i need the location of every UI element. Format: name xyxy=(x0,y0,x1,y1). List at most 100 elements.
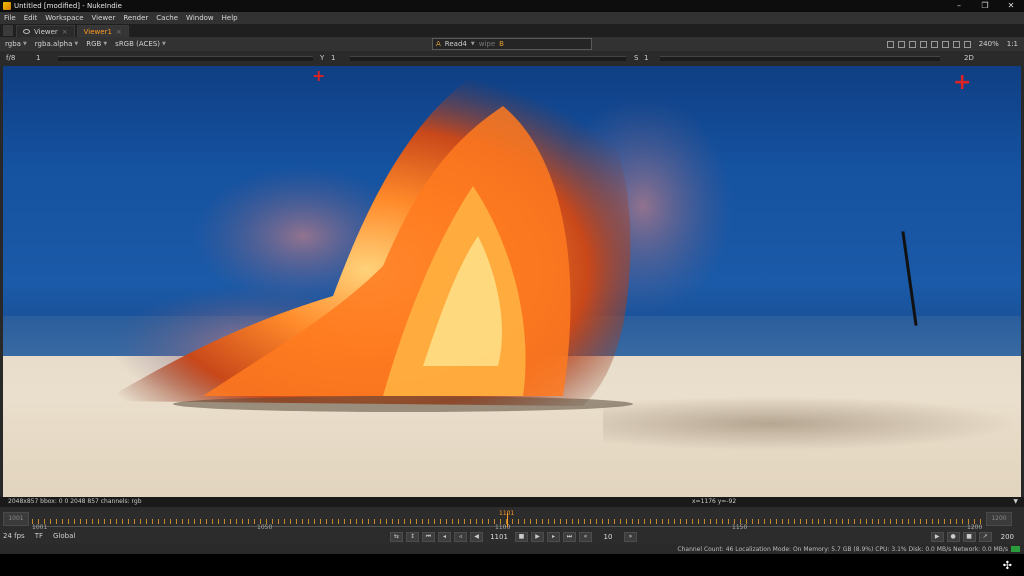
gamma-label: Y xyxy=(320,54,325,62)
overlay-icon[interactable] xyxy=(919,40,927,48)
saturation-slider[interactable] xyxy=(660,56,940,61)
range-dropdown[interactable]: Global xyxy=(53,532,75,540)
zoom-dropdown[interactable]: 240% xyxy=(979,40,999,48)
skip-back-icon[interactable]: « xyxy=(579,532,592,542)
status-text: Channel Count: 46 Localization Mode: On … xyxy=(677,546,1008,553)
menu-viewer[interactable]: Viewer xyxy=(92,14,116,22)
ratio-dropdown[interactable]: 1:1 xyxy=(1007,40,1018,48)
viewer-canvas[interactable]: + + xyxy=(3,66,1021,497)
tab-viewer-close-icon[interactable]: × xyxy=(62,28,68,36)
panel-menu-icon[interactable] xyxy=(3,25,13,36)
info-expand-icon[interactable]: ▼ xyxy=(1013,498,1018,505)
display-channels-dropdown[interactable]: RGB ▼ xyxy=(86,40,107,48)
viewer-info-bar: 2048x857 bbox: 0 0 2048 857 channels: rg… xyxy=(0,497,1024,507)
chevron-down-icon: ▼ xyxy=(103,41,108,47)
first-frame-icon[interactable]: ⏮ xyxy=(422,532,435,542)
nuke-app-icon xyxy=(3,2,11,10)
window-controls: – ❐ ✕ xyxy=(946,0,1024,12)
tab-viewer-label: Viewer xyxy=(34,27,58,36)
view-transform-dropdown[interactable]: sRGB (ACES) ▼ xyxy=(115,40,166,48)
pixel-coords: x=1176 y=-92 xyxy=(692,498,737,505)
play-icon[interactable]: ▶ xyxy=(531,532,544,542)
prev-keyframe-icon[interactable]: ◂ xyxy=(438,532,451,542)
window-title: Untitled [modified] - NukeIndie xyxy=(14,2,122,10)
display-channels-value: RGB xyxy=(86,40,102,48)
app-logo-icon[interactable]: ✣ xyxy=(1003,559,1012,572)
pause-icon[interactable] xyxy=(963,40,971,48)
title-bar: Untitled [modified] - NukeIndie – ❐ ✕ xyxy=(0,0,1024,12)
clipping-icon[interactable] xyxy=(897,40,905,48)
lut-icon[interactable] xyxy=(908,40,916,48)
timeline-ruler[interactable]: 1001 1050 1100 1150 1200 1101 xyxy=(32,510,982,531)
channels-dropdown[interactable]: rgba ▼ xyxy=(5,40,27,48)
roi-icon[interactable] xyxy=(886,40,894,48)
input-b-value[interactable]: B xyxy=(499,40,504,48)
viewer-right-tools: 240% 1:1 xyxy=(886,38,1018,50)
tf-dropdown[interactable]: TF xyxy=(35,532,43,540)
stop-icon[interactable]: ■ xyxy=(515,532,528,542)
input-a-prefix: A xyxy=(436,40,441,48)
menu-render[interactable]: Render xyxy=(123,14,148,22)
refresh-icon[interactable] xyxy=(952,40,960,48)
saturation-value[interactable]: 1 xyxy=(644,54,648,62)
eye-icon xyxy=(23,29,30,34)
skip-increment-field[interactable]: 10 xyxy=(595,533,621,541)
chevron-down-icon: ▼ xyxy=(162,41,166,47)
maximize-button[interactable]: ❐ xyxy=(972,0,998,12)
menu-edit[interactable]: Edit xyxy=(24,14,38,22)
timeline: 1001 1001 1050 1100 1150 1200 1101 1200 xyxy=(0,507,1024,531)
playhead-frame: 1101 xyxy=(499,510,515,517)
tab-viewer1[interactable]: Viewer1 × xyxy=(76,25,129,37)
render-icon[interactable]: ● xyxy=(946,532,960,542)
menu-window[interactable]: Window xyxy=(186,14,214,22)
fps-field[interactable]: 24 fps xyxy=(3,532,25,540)
loop-icon[interactable]: ⇆ xyxy=(390,532,403,542)
lock-icon[interactable]: ■ xyxy=(962,532,976,542)
gain-value[interactable]: 1 xyxy=(36,54,40,62)
proxy-icon[interactable] xyxy=(941,40,949,48)
close-button[interactable]: ✕ xyxy=(998,0,1024,12)
menu-cache[interactable]: Cache xyxy=(156,14,178,22)
chevron-down-icon: ▼ xyxy=(74,41,79,47)
menu-file[interactable]: File xyxy=(4,14,16,22)
tab-viewer[interactable]: Viewer × xyxy=(16,25,75,37)
transport-controls: ⇆ ↕ ⏮ ◂ ◃ ◀ 1101 ■ ▶ ▸ ⏭ « 10 » xyxy=(390,532,637,542)
playback-controls: 24 fps TF Global ⇆ ↕ ⏮ ◂ ◃ ◀ 1101 ■ ▶ ▸ … xyxy=(0,530,1024,544)
alpha-dropdown[interactable]: rgba.alpha ▼ xyxy=(35,40,78,48)
last-frame-icon[interactable]: ⏭ xyxy=(563,532,576,542)
minimize-button[interactable]: – xyxy=(946,0,972,12)
prev-increment-icon[interactable]: ◃ xyxy=(454,532,467,542)
flipbook-icon[interactable]: ▶ xyxy=(930,532,944,542)
chevron-down-icon: ▼ xyxy=(22,41,27,47)
gamma-slider[interactable] xyxy=(350,56,626,61)
sync-icon[interactable]: ↕ xyxy=(406,532,419,542)
next-frame-icon[interactable]: ▸ xyxy=(547,532,560,542)
channels-value: rgba xyxy=(5,40,21,48)
end-frame-field[interactable]: 200 xyxy=(1001,533,1014,541)
input-selector[interactable]: A Read4 ▼ wipe B xyxy=(432,38,592,50)
mask-icon[interactable] xyxy=(930,40,938,48)
view-mode-dropdown[interactable]: 2D xyxy=(964,54,974,62)
export-icon[interactable]: ↗ xyxy=(978,532,992,542)
tracking-marker-icon: + xyxy=(953,70,972,95)
prev-frame-icon[interactable]: ◀ xyxy=(470,532,483,542)
status-bar: Channel Count: 46 Localization Mode: On … xyxy=(0,544,1024,554)
chevron-down-icon: ▼ xyxy=(470,41,475,47)
gamma-value[interactable]: 1 xyxy=(331,54,335,62)
menu-workspace[interactable]: Workspace xyxy=(45,14,83,22)
current-frame-field[interactable]: 1101 xyxy=(486,533,512,541)
menu-bar: File Edit Workspace Viewer Render Cache … xyxy=(0,12,1024,24)
skip-forward-icon[interactable]: » xyxy=(624,532,637,542)
fstop-label[interactable]: f/8 xyxy=(6,54,15,62)
wipe-label[interactable]: wipe xyxy=(479,40,495,48)
gain-slider[interactable] xyxy=(58,56,313,61)
playhead[interactable]: 1101 xyxy=(499,510,514,527)
playback-settings: 24 fps TF Global xyxy=(3,532,75,540)
input-a-value[interactable]: Read4 xyxy=(445,40,467,48)
menu-help[interactable]: Help xyxy=(222,14,238,22)
tab-viewer1-close-icon[interactable]: × xyxy=(116,28,122,36)
format-info: 2048x857 bbox: 0 0 2048 857 channels: rg… xyxy=(8,498,142,505)
in-point-field[interactable]: 1001 xyxy=(3,512,29,526)
os-taskbar: ✣ xyxy=(0,554,1024,576)
out-point-field[interactable]: 1200 xyxy=(986,512,1012,526)
